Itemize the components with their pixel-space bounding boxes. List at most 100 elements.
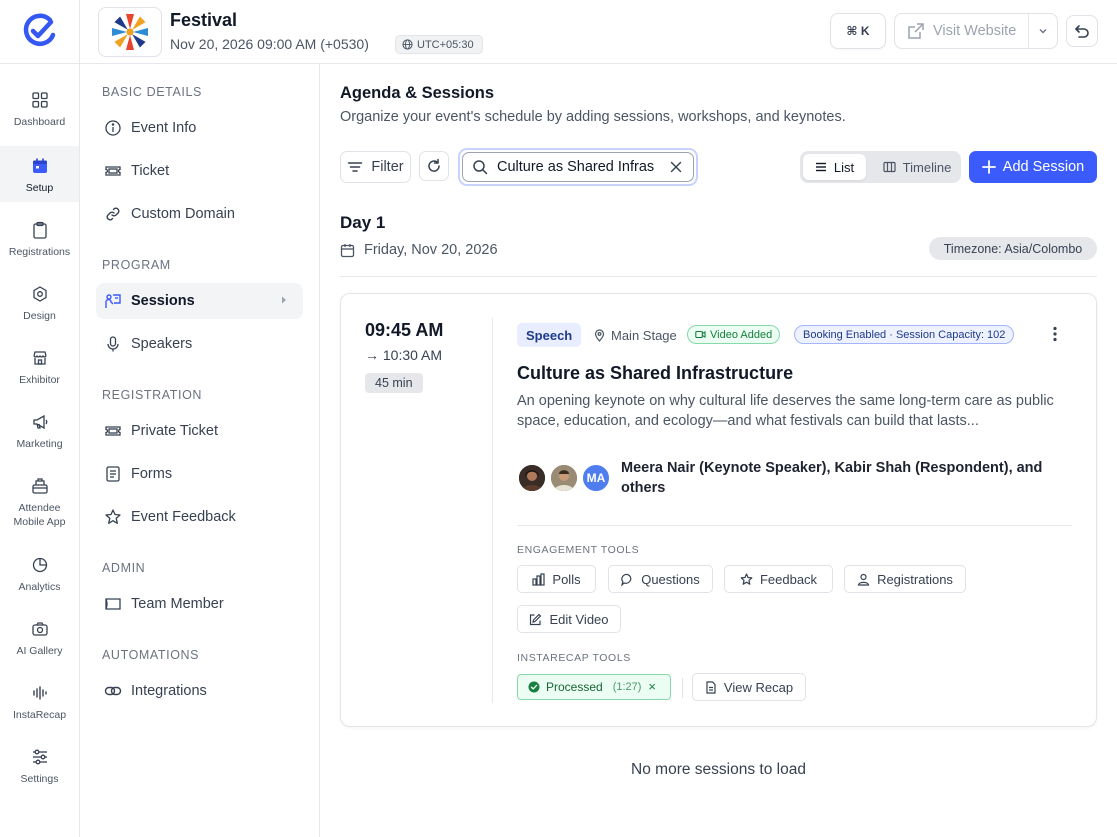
refresh-button[interactable] [419,151,449,181]
visit-website-dropdown[interactable] [1029,14,1057,48]
timezone-badge: UTC+05:30 [395,35,483,54]
rail-item-instarecap[interactable]: InstaRecap [0,673,79,729]
sidebar-item-private-ticket[interactable]: Private Ticket [96,413,303,449]
sidebar-item-forms[interactable]: Forms [96,456,303,492]
session-location-label: Main Stage [611,327,677,343]
session-search[interactable] [458,148,698,186]
rail-item-settings[interactable]: Settings [0,737,79,793]
sidebar-item-sessions[interactable]: Sessions [96,283,303,319]
session-title[interactable]: Culture as Shared Infrastructure [517,363,793,384]
section-automations: AUTOMATIONS [102,648,200,662]
calendar-icon [30,156,50,176]
sidebar-item-ticket[interactable]: Ticket [96,153,303,189]
id-card-icon [104,595,122,613]
sidebar-item-custom-domain[interactable]: Custom Domain [96,196,303,232]
rail-item-analytics[interactable]: Analytics [0,545,79,601]
timezone-badge-label: UTC+05:30 [417,38,474,51]
session-location: Main Stage [593,324,677,346]
rail-item-design[interactable]: Design [0,274,79,330]
section-basic-details: BASIC DETAILS [102,85,202,99]
list-icon [815,161,827,173]
rail-item-dashboard[interactable]: Dashboard [0,80,79,136]
top-bar: Festival Nov 20, 2026 09:00 AM (+0530) U… [0,0,1117,64]
undo-button[interactable] [1066,15,1098,47]
event-logo [98,7,162,57]
engagement-tools-label: ENGAGEMENT TOOLS [517,544,640,556]
visit-website-button[interactable]: Visit Website [894,13,1058,49]
filter-icon [347,159,363,175]
rail-item-marketing[interactable]: Marketing [0,402,79,458]
card-divider [492,318,493,703]
section-registration: REGISTRATION [102,388,203,402]
sidebar-item-speakers[interactable]: Speakers [96,326,303,362]
command-palette-button[interactable]: ⌘ K [830,13,886,49]
sidebar-item-event-info[interactable]: Event Info [96,110,303,146]
event-datetime: Nov 20, 2026 09:00 AM (+0530) [170,36,369,52]
rail-label: Analytics [18,581,61,593]
session-end-time: → 10:30 AM [365,347,443,363]
rail-item-exhibitor[interactable]: Exhibitor [0,338,79,394]
video-added-badge: Video Added [687,325,781,344]
section-program: PROGRAM [102,258,171,272]
calendar-icon [340,243,355,258]
clear-search-icon[interactable] [670,161,682,173]
chevron-right-icon [279,295,289,305]
view-timeline-button[interactable]: Timeline [876,154,958,180]
speaker-avatars: MA [517,463,613,495]
user-check-icon [857,573,870,586]
feedback-label: Feedback [759,571,818,587]
event-name: Festival [170,10,238,30]
view-recap-label: View Recap [723,679,794,695]
rail-item-attendee-app[interactable]: Attendee Mobile App [0,466,79,536]
session-card[interactable]: 09:45 AM → 10:30 AM 45 min Speech Main S… [340,293,1097,727]
close-icon[interactable]: × [648,679,656,694]
bar-chart-icon [532,572,546,586]
rail-item-setup[interactable]: Setup [0,146,79,202]
avatar [549,463,579,493]
audio-wave-icon [30,683,50,703]
megaphone-icon [30,412,50,432]
sidebar-item-event-feedback[interactable]: Event Feedback [96,499,303,535]
filter-button[interactable]: Filter [340,151,411,183]
session-speakers: Meera Nair (Keynote Speaker), Kabir Shah… [621,460,1043,496]
view-recap-button[interactable]: View Recap [692,673,806,701]
sidebar-item-label: Private Ticket [131,423,219,439]
registrations-button[interactable]: Registrations [844,565,966,593]
topbar-divider [79,0,80,64]
add-session-button[interactable]: Add Session [969,151,1097,183]
registrations-label: Registrations [877,571,953,587]
feedback-button[interactable]: Feedback [724,565,833,593]
clipboard-icon [30,220,50,240]
visit-website-label: Visit Website [933,23,1017,39]
rail-item-ai-gallery[interactable]: AI Gallery [0,609,79,665]
view-list-button[interactable]: List [803,154,866,180]
visit-website-main[interactable]: Visit Website [895,14,1029,48]
tool-separator [682,678,683,698]
more-options-icon[interactable] [1047,324,1063,344]
questions-label: Questions [641,571,700,587]
rail-item-registrations[interactable]: Registrations [0,210,79,266]
sidebar-item-label: Event Feedback [131,509,236,525]
add-session-label: Add Session [1002,159,1085,175]
edit-video-button[interactable]: Edit Video [517,605,621,633]
search-input[interactable] [497,159,657,175]
document-icon [705,680,717,694]
polls-button[interactable]: Polls [517,565,596,593]
link-icon [104,205,122,223]
session-start-time: 09:45 AM [365,320,444,340]
view-list-label: List [833,159,855,175]
sidebar-item-team-member[interactable]: Team Member [96,586,303,622]
ticket-icon [104,162,122,180]
form-icon [104,465,122,483]
avatar-initials: MA [581,463,611,493]
page-subtitle: Organize your event's schedule by adding… [340,109,846,125]
sidebar-item-integrations[interactable]: Integrations [96,673,303,709]
processed-label: Processed [546,680,603,694]
search-icon [472,159,488,175]
logo-icon[interactable] [22,13,58,49]
chevron-down-icon [1038,26,1048,36]
undo-icon [1073,22,1091,40]
processed-badge: Processed (1:27) × [517,674,671,700]
questions-button[interactable]: Questions [608,565,713,593]
camera-icon [30,619,50,639]
